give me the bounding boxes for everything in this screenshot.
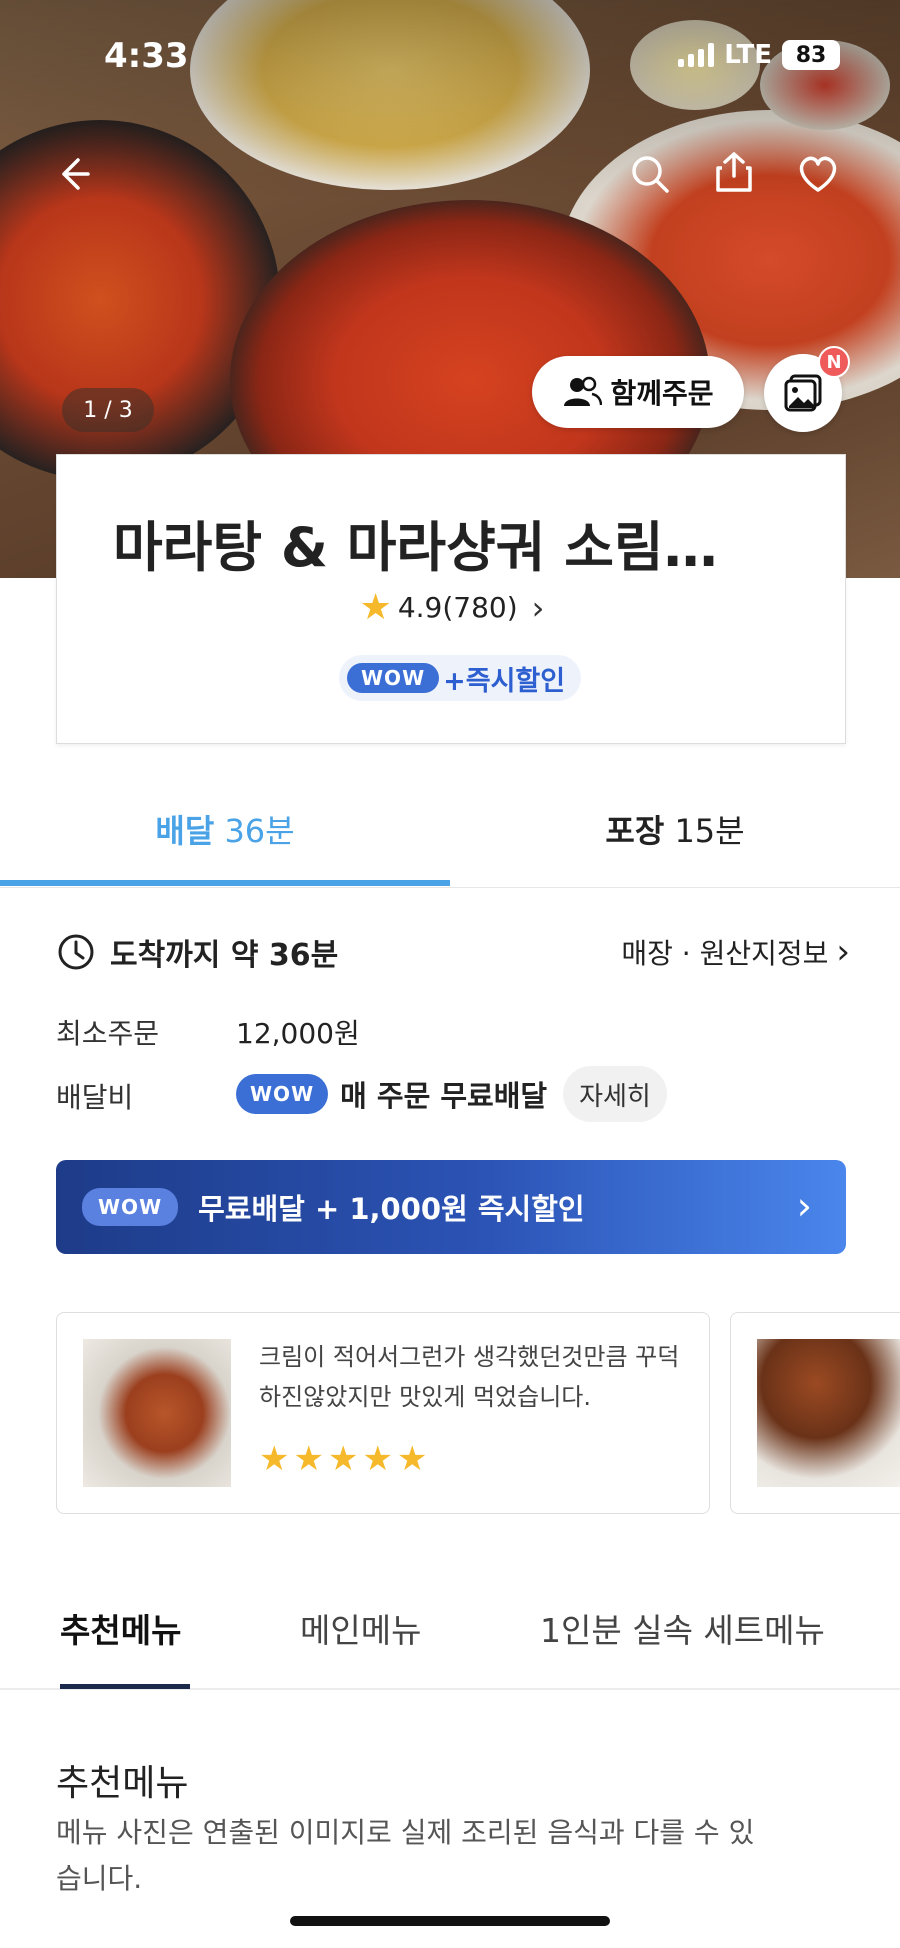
tab-delivery-label: 배달: [155, 812, 215, 850]
promo-text: 무료배달 + 1,000원 즉시할인: [198, 1192, 585, 1226]
min-order-label: 최소주문: [56, 1017, 160, 1050]
delivery-fee-label: 배달비: [56, 1081, 134, 1114]
store-info-link[interactable]: 매장 · 원산지정보 ›: [621, 932, 850, 972]
min-order-value: 12,000원: [236, 1017, 360, 1050]
photo-gallery-icon: [784, 374, 822, 412]
store-header-card: 마라탕 & 마라샹궈 소림… ★ 4.9(780) › WOW +즉시할인: [56, 454, 846, 744]
wow-tag: WOW: [347, 663, 440, 693]
wow-tag: WOW: [82, 1188, 179, 1226]
hero-shade: [0, 0, 900, 200]
wow-discount-text: +즉시할인: [443, 665, 566, 697]
star-icon: ★: [362, 1439, 393, 1479]
star-icon: ★: [359, 587, 392, 628]
delivery-fee-text: 매 주문 무료배달: [340, 1079, 548, 1113]
share-icon[interactable]: [706, 144, 762, 200]
star-icon: ★: [327, 1439, 359, 1479]
section-description: 메뉴 사진은 연출된 이미지로 실제 조리된 음식과 다를 수 있습니다.: [56, 1816, 755, 1895]
status-time: 4:33: [104, 36, 189, 76]
group-order-label: 함께주문: [610, 377, 714, 410]
review-card[interactable]: [730, 1312, 900, 1514]
new-badge: N: [818, 346, 850, 378]
heart-icon[interactable]: [790, 146, 846, 202]
group-order-button[interactable]: 함께주문: [532, 356, 744, 428]
chevron-right-icon: ›: [796, 1184, 812, 1228]
star-icon: ★: [396, 1439, 428, 1479]
star-icon: ★: [293, 1439, 324, 1479]
wow-tag: WOW: [236, 1074, 329, 1114]
review-photo: [757, 1339, 900, 1487]
wow-promo-banner[interactable]: WOW 무료배달 + 1,000원 즉시할인 ›: [56, 1160, 846, 1254]
network-label: LTE: [724, 40, 772, 70]
star-icon: ★: [259, 1439, 290, 1479]
fee-detail-button[interactable]: 자세히: [563, 1066, 667, 1122]
review-stars: ★ ★ ★ ★ ★: [259, 1439, 427, 1479]
people-icon: [564, 376, 603, 406]
menu-category-tabs: 추천메뉴 메인메뉴 1인분 실속 세트메뉴: [0, 1574, 900, 1690]
review-photo: [83, 1339, 231, 1487]
chevron-right-icon: ›: [531, 588, 545, 627]
status-indicators: LTE 83: [678, 40, 840, 70]
image-pager: 1 / 3: [62, 388, 154, 432]
tab-pickup-time: 15분: [674, 812, 745, 850]
tab-pickup[interactable]: 포장 15분: [450, 806, 900, 852]
tab-recommended-menu[interactable]: 추천메뉴: [60, 1604, 181, 1652]
tab-pickup-label: 포장: [605, 812, 665, 850]
delivery-mode-tabs: 배달 36분 포장 15분: [0, 776, 900, 888]
section-title: 추천메뉴: [56, 1763, 189, 1804]
review-text: 크림이 적어서그런가 생각했던것만큼 꾸덕하진않았지만 맛있게 먹었습니다.: [259, 1343, 680, 1411]
chevron-right-icon: ›: [836, 932, 850, 972]
back-arrow-icon[interactable]: [44, 146, 100, 202]
store-name: 마라탕 & 마라샹궈 소림…: [113, 516, 718, 579]
battery-icon: 83: [782, 40, 840, 70]
store-info-label: 매장 · 원산지정보: [621, 937, 829, 970]
tab-delivery-time: 36분: [224, 812, 295, 850]
tab-active-indicator: [60, 1684, 190, 1689]
clock-icon: [58, 934, 94, 970]
arrival-time: 도착까지 약 36분: [56, 930, 338, 974]
tab-active-indicator: [0, 880, 450, 886]
review-card[interactable]: 크림이 적어서그런가 생각했던것만큼 꾸덕하진않았지만 맛있게 먹었습니다. ★…: [56, 1312, 710, 1514]
wow-discount-badge: WOW +즉시할인: [339, 655, 582, 701]
rating-value: 4.9(780): [397, 591, 518, 624]
tab-delivery[interactable]: 배달 36분: [0, 806, 450, 852]
rating-link[interactable]: ★ 4.9(780) ›: [57, 587, 847, 628]
arrival-text: 도착까지 약 36분: [110, 938, 339, 973]
tab-main-menu[interactable]: 메인메뉴: [300, 1604, 421, 1652]
signal-icon: [678, 43, 715, 67]
delivery-fee-row: WOW 매 주문 무료배달 자세히: [236, 1066, 667, 1122]
search-icon[interactable]: [622, 146, 678, 202]
home-indicator[interactable]: [290, 1916, 610, 1926]
tab-single-set-menu[interactable]: 1인분 실속 세트메뉴: [540, 1604, 825, 1652]
